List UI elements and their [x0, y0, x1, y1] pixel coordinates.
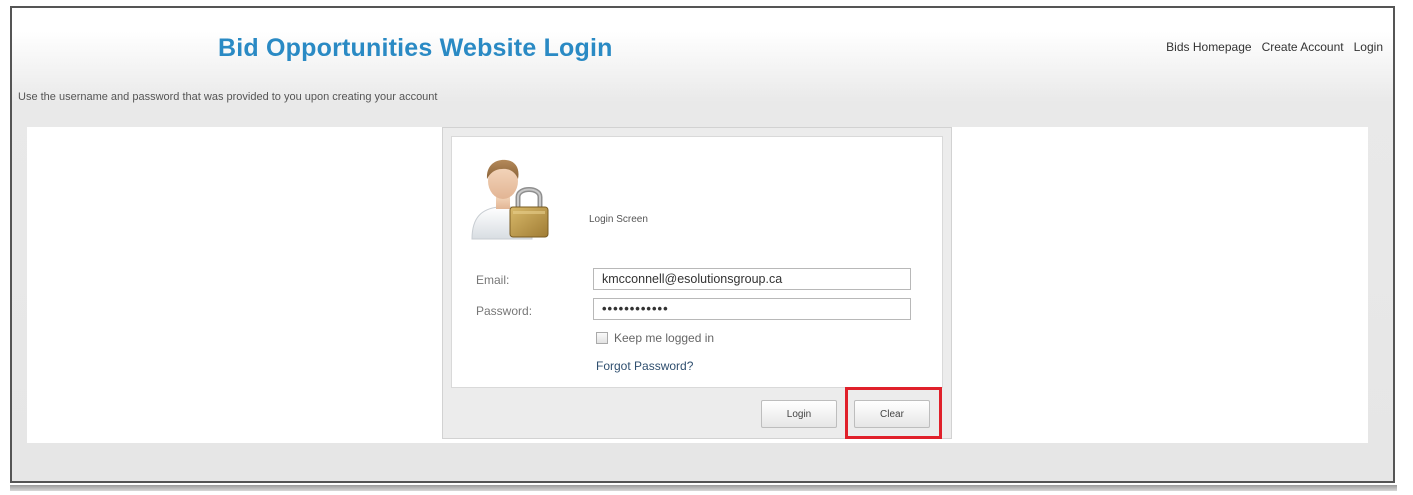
login-screen-label: Login Screen — [589, 214, 648, 225]
top-nav: Bids Homepage Create Account Login — [1166, 40, 1383, 54]
frame-shadow — [10, 485, 1397, 491]
keep-logged-in-row: Keep me logged in — [596, 331, 714, 345]
password-label: Password: — [476, 304, 533, 318]
create-account-link[interactable]: Create Account — [1262, 40, 1344, 54]
email-label: Email: — [476, 273, 510, 287]
bids-homepage-link[interactable]: Bids Homepage — [1166, 40, 1251, 54]
email-field[interactable] — [593, 268, 911, 290]
user-lock-icon — [471, 159, 549, 240]
clear-button-highlight — [845, 387, 942, 439]
password-field[interactable]: •••••••••••• — [593, 298, 911, 320]
login-form: Login Screen Email: Password: ••••••••••… — [451, 136, 943, 388]
login-button[interactable]: Login — [761, 400, 837, 428]
keep-logged-in-checkbox[interactable] — [596, 332, 608, 344]
forgot-password-link[interactable]: Forgot Password? — [596, 359, 693, 373]
keep-logged-in-label[interactable]: Keep me logged in — [614, 331, 714, 345]
login-panel: Login Screen Email: Password: ••••••••••… — [442, 127, 952, 439]
instructions-text: Use the username and password that was p… — [18, 91, 438, 103]
login-link[interactable]: Login — [1354, 40, 1383, 54]
page-title: Bid Opportunities Website Login — [218, 34, 613, 62]
